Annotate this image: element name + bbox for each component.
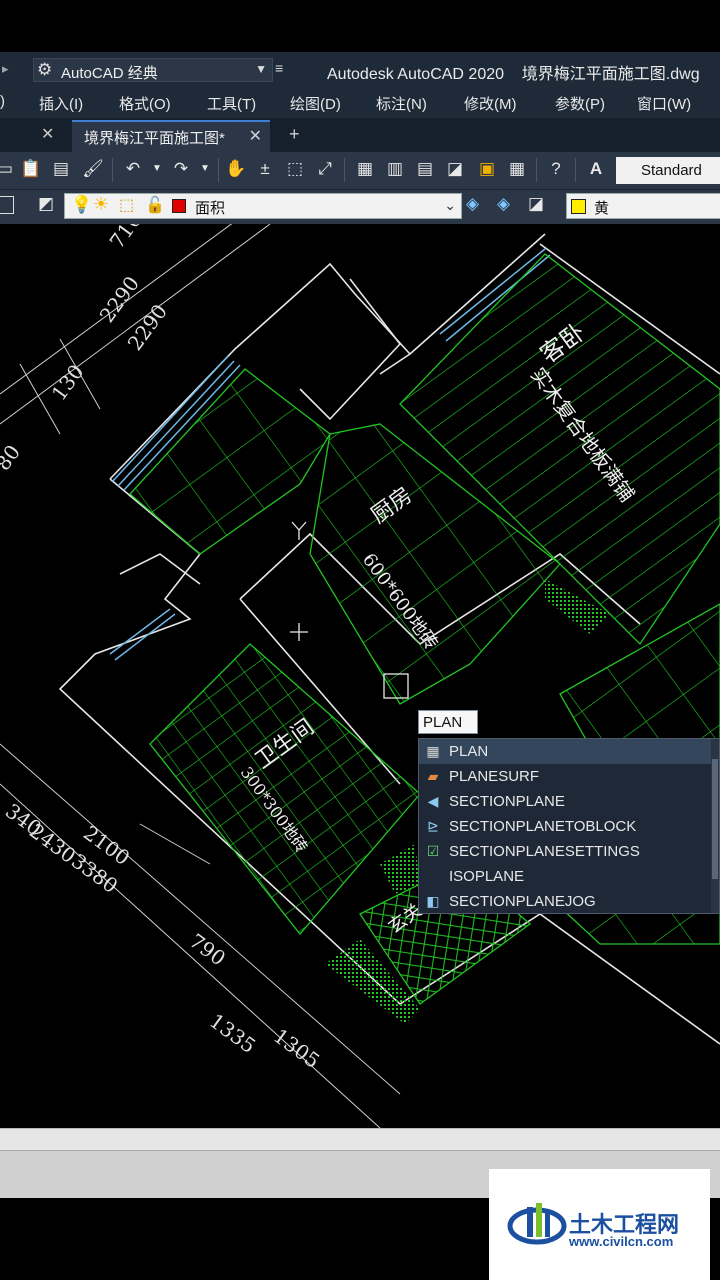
properties-icon[interactable]: ▦: [354, 158, 376, 180]
sheet-set-icon[interactable]: ◪: [444, 158, 466, 180]
chevron-down-icon: ▼: [255, 62, 267, 76]
tool-palettes-icon[interactable]: ▤: [414, 158, 436, 180]
tab-active-drawing[interactable]: 境界梅江平面施工图* ✕: [72, 120, 270, 152]
dim-label: 2290: [95, 272, 144, 327]
zoom-previous-icon[interactable]: ⤢: [314, 158, 336, 180]
unlock-icon[interactable]: 🔓: [145, 195, 165, 215]
calculator-icon[interactable]: ▦: [506, 158, 528, 180]
toolbar-separator: [536, 158, 537, 182]
menu-partial[interactable]: ): [0, 93, 5, 110]
paste-special-icon[interactable]: ▤: [50, 158, 72, 180]
menu-window[interactable]: 窗口(W): [637, 93, 691, 114]
autocomplete-item-sectionplanesettings[interactable]: ☑ SECTIONPLANESETTINGS: [419, 839, 711, 864]
autocomplete-item-isoplane[interactable]: ISOPLANE: [419, 864, 711, 889]
zoom-window-icon[interactable]: ⬚: [284, 158, 306, 180]
logo-emblem-icon: [507, 1203, 567, 1245]
color-select[interactable]: 黄: [566, 193, 720, 219]
toolbar-separator: [344, 158, 345, 182]
design-center-icon[interactable]: ▥: [384, 158, 406, 180]
quick-access-menu-icon[interactable]: ≡: [275, 60, 283, 76]
redo-dropdown-icon[interactable]: ▼: [194, 158, 216, 180]
autocomplete-item-planesurf[interactable]: ▰ PLANESURF: [419, 764, 711, 789]
floor-plan-drawing: 客卧 实木复合地板满铺 厨房 600*600地砖 卫生间 300*300地砖 玄…: [0, 224, 720, 1128]
dynamic-command-input[interactable]: PLAN: [418, 710, 478, 734]
toolbar-separator: [575, 158, 576, 182]
autocomplete-item-sectionplane[interactable]: ◀ SECTIONPLANE: [419, 789, 711, 814]
chevron-down-icon: ⌄: [444, 197, 456, 213]
menu-bar: [0, 88, 720, 118]
menu-tools[interactable]: 工具(T): [207, 93, 256, 114]
planesurf-icon: ▰: [427, 768, 439, 784]
sectionplane-jog-icon: ◧: [426, 893, 440, 909]
text-style-select[interactable]: Standard: [616, 157, 720, 184]
dim-label: 790: [185, 929, 230, 971]
menu-format[interactable]: 格式(O): [119, 93, 171, 114]
scrollbar-thumb[interactable]: [712, 759, 718, 879]
autocomplete-scrollbar[interactable]: [711, 739, 719, 913]
layer-isolate-icon[interactable]: ◪: [528, 194, 544, 214]
layer-previous-icon[interactable]: ◈: [466, 194, 479, 214]
dim-label: 130: [47, 360, 89, 405]
lightbulb-on-icon[interactable]: 💡: [71, 195, 92, 215]
menu-draw[interactable]: 绘图(D): [290, 93, 341, 114]
color-swatch: [571, 199, 586, 214]
toolbar-separator: [218, 158, 219, 182]
text-style-icon[interactable]: A: [585, 158, 607, 180]
gear-icon: ⚙: [37, 60, 53, 79]
markup-icon[interactable]: ▣: [476, 158, 498, 180]
close-icon[interactable]: ✕: [249, 126, 262, 146]
sectionplane-icon: ◀: [427, 793, 439, 809]
watermark-url: www.civilcn.com: [569, 1234, 674, 1249]
tab-label: 境界梅江平面施工图*: [84, 130, 225, 147]
dimension-labels: 710 2290 2290 130 80 340 2430 3380 2100 …: [0, 224, 324, 1073]
autocomplete-item-plan[interactable]: ▦ PLAN: [419, 739, 711, 764]
layer-states-icon[interactable]: ◈: [497, 194, 510, 214]
redo-icon[interactable]: ↷: [170, 158, 192, 180]
window-title: Autodesk AutoCAD 2020 境界梅江平面施工图.dwg: [327, 66, 700, 83]
dimension-lines: [0, 224, 401, 1128]
toolbar-separator: [112, 158, 113, 182]
zoom-realtime-icon[interactable]: ±: [254, 158, 276, 180]
command-input-text: PLAN: [423, 714, 463, 731]
undo-icon[interactable]: ↶: [122, 158, 144, 180]
dim-label: 1335: [205, 1009, 260, 1058]
sun-thaw-icon[interactable]: ☀: [93, 194, 109, 215]
top-black-band: [0, 0, 720, 52]
menu-dimension[interactable]: 标注(N): [376, 93, 427, 114]
pan-hand-icon[interactable]: ✋: [225, 158, 247, 180]
autocomplete-item-sectionplanetoblock[interactable]: ⊵ SECTIONPLANETOBLOCK: [419, 814, 711, 839]
color-name: 黄: [594, 200, 610, 217]
command-autocomplete-list: ▦ PLAN ▰ PLANESURF ◀ SECTIONPLANE ⊵ SECT…: [418, 738, 720, 914]
watermark-logo: 土木工程网 www.civilcn.com: [489, 1169, 710, 1280]
autocomplete-item-sectionplanejog[interactable]: ◧ SECTIONPLANEJOG: [419, 889, 711, 914]
layer-color-swatch: [172, 199, 186, 213]
plan-icon: ▦: [426, 743, 440, 759]
new-tab-plus-icon[interactable]: +: [289, 124, 300, 145]
sectionplane-to-block-icon: ⊵: [427, 818, 439, 834]
drawing-canvas[interactable]: 客卧 实木复合地板满铺 厨房 600*600地砖 卫生间 300*300地砖 玄…: [0, 224, 720, 1128]
close-icon[interactable]: ✕: [41, 124, 54, 144]
copy-icon[interactable]: ▭: [0, 158, 16, 180]
workspace-select[interactable]: ⚙ AutoCAD 经典 ▼: [33, 58, 273, 82]
horizontal-scrollbar[interactable]: [0, 1128, 720, 1150]
menu-parameter[interactable]: 参数(P): [555, 93, 605, 114]
dim-label: 1305: [269, 1024, 324, 1073]
menu-modify[interactable]: 修改(M): [464, 93, 517, 114]
layer-manager-icon[interactable]: [0, 196, 14, 214]
help-icon[interactable]: ?: [545, 158, 567, 180]
layer-select[interactable]: 💡 ☀ ⬚ 🔓 面积 ⌄: [64, 193, 462, 219]
menu-insert[interactable]: 插入(I): [39, 93, 83, 114]
checkbox-icon: ☑: [426, 843, 440, 859]
dim-label: 80: [0, 440, 25, 475]
undo-dropdown-icon[interactable]: ▼: [146, 158, 168, 180]
viewport-freeze-icon[interactable]: ⬚: [119, 195, 134, 215]
match-properties-icon[interactable]: 🖌: [82, 158, 104, 180]
layer-name: 面积: [195, 200, 226, 217]
dim-label: 710: [105, 224, 147, 253]
make-object-layer-current-icon[interactable]: ◩: [38, 194, 54, 214]
quick-access-arrow-icon[interactable]: ▸: [2, 61, 9, 77]
paste-icon[interactable]: 📋: [20, 158, 42, 180]
workspace-label: AutoCAD 经典: [61, 65, 158, 82]
text-style-value: Standard: [641, 162, 702, 179]
